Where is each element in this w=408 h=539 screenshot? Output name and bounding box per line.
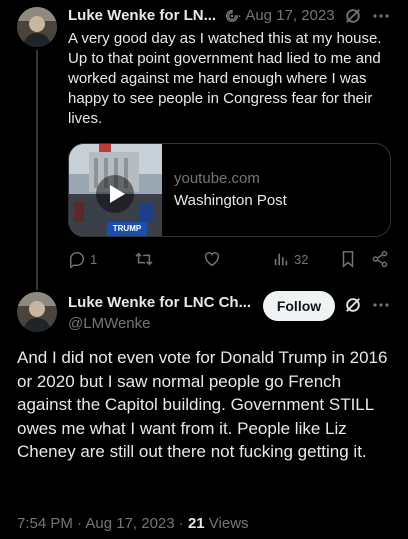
follow-button[interactable]: Follow [263,291,335,321]
share-icon [371,250,389,268]
post-date[interactable]: · Aug 17, 2023 [237,7,335,24]
share-button[interactable] [371,250,389,268]
bookmark-icon [340,250,356,268]
play-icon[interactable] [95,174,135,214]
tweet-text: And I did not even vote for Donald Trump… [17,348,388,461]
tweet-timestamp[interactable]: 7:54 PM · Aug 17, 2023 · [17,515,188,532]
more-icon[interactable] [371,295,391,315]
video-thumbnail: TRUMP [69,144,162,236]
link-card[interactable]: TRUMP youtube.com Washington Post [68,143,391,237]
grok-icon[interactable] [343,6,363,26]
heart-icon [203,250,221,268]
avatar-image [17,7,57,47]
more-icon[interactable] [371,6,391,26]
avatar[interactable] [17,7,57,47]
analytics-icon [272,250,290,268]
card-domain: youtube.com [174,170,260,187]
author-name[interactable]: Luke Wenke for LN... [68,7,216,24]
tweet-meta: 7:54 PM · Aug 17, 2023 · 21 Views [17,515,249,532]
avatar[interactable] [17,292,57,332]
reply-count: 1 [90,251,98,267]
like-button[interactable] [203,250,221,268]
reply-icon [68,250,86,268]
views-button[interactable]: 32 [272,250,308,268]
views-count: 21 [187,515,205,532]
thread-line [36,50,38,290]
views-label: Views [204,515,249,532]
author-handle[interactable]: @LMWenke [68,315,150,332]
thumbnail-sign: TRUMP [112,224,142,233]
reply-text: A very good day as I watched this at my … [68,30,382,127]
retweet-button[interactable] [134,250,154,268]
retweet-icon [134,250,154,268]
reply-button[interactable]: 1 [68,250,97,268]
grok-icon[interactable] [343,295,363,315]
card-title: Washington Post [174,192,287,209]
avatar-image [17,292,57,332]
bookmark-button[interactable] [340,250,356,268]
author-name[interactable]: Luke Wenke for LNC Ch... [68,294,251,311]
views-count: 32 [294,251,309,267]
